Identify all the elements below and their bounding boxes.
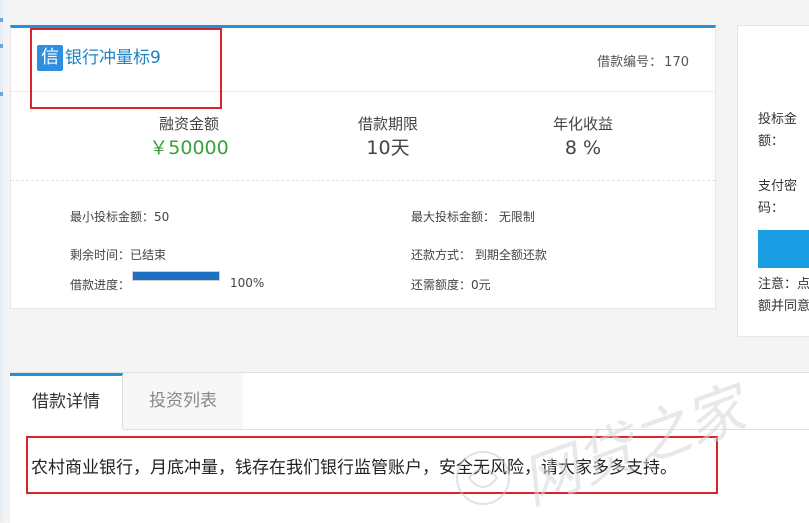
tab-loan-details[interactable]: 借款详情 [10,373,123,429]
tab-investment-list[interactable]: 投资列表 [123,373,243,429]
pay-password-label: 支付密码： [758,179,798,216]
stat-label: 年化收益 [552,115,613,133]
panel-note: 注意：点额并同意 [758,277,809,314]
invest-button[interactable] [758,230,809,268]
edge-marker [0,92,3,96]
stat-label: 融资金额 [158,115,219,133]
repayment-method: 还款方式： 到期全额还款 [411,248,547,262]
progress-fill [133,272,219,280]
dashed-divider [11,180,715,181]
loan-number-value: 170 [664,55,689,70]
stat-label: 借款期限 [357,115,418,133]
stat-value: 8 % [564,137,602,159]
invest-side-panel: 投标金额： 支付密码： 注意：点额并同意 [737,25,809,337]
left-edge-strip [0,0,3,522]
stat-loan-term: 借款期限 10天 [298,114,478,161]
highlight-box-title [30,28,222,109]
invest-amount-label: 投标金额： [758,112,798,149]
remaining-time: 剩余时间：已结束 [70,248,167,262]
edge-marker [0,18,3,22]
loan-number-label: 借款编号： [597,55,663,70]
min-invest-amount: 最小投标金额：50 [70,210,170,224]
max-invest-amount: 最大投标金额： 无限制 [411,210,535,224]
progress-percent: 100% [230,276,265,290]
progress-label: 借款进度： [70,278,131,292]
stat-financing-amount: 融资金额 ￥50000 [99,114,279,161]
stat-value: ￥50000 [149,137,229,159]
stat-annual-yield: 年化收益 8 % [493,114,673,161]
edge-marker [0,44,3,48]
highlight-box-description [26,436,718,494]
loan-number: 借款编号： 170 [597,51,689,70]
loan-progress-bar [132,271,220,281]
remaining-amount: 还需额度：0元 [411,278,491,292]
tab-bar-divider [123,429,809,430]
stat-value: 10天 [366,137,410,159]
